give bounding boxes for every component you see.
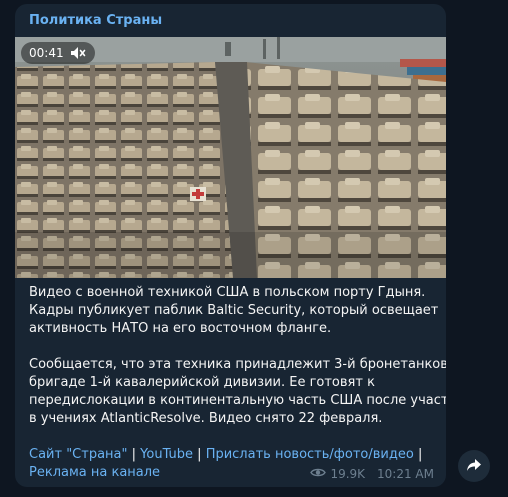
- link-separator: |: [127, 447, 141, 462]
- video-preview[interactable]: 00:41: [15, 37, 446, 278]
- post-text: Видео с военной техникой США в польском …: [29, 284, 446, 428]
- video-duration: 00:41: [29, 46, 64, 60]
- link-separator: |: [413, 447, 423, 462]
- text-line: Сообщается, что эта техника принадлежит …: [29, 357, 446, 372]
- text-line: передислокации в континентальную часть С…: [29, 393, 446, 408]
- muted-speaker-icon[interactable]: [70, 46, 86, 60]
- ads-link[interactable]: Реклама на канале: [29, 465, 160, 480]
- message-meta: 19.9K 10:21 AM: [310, 467, 434, 481]
- share-arrow-icon: [466, 457, 482, 476]
- view-count: 19.9K: [330, 467, 366, 481]
- channel-name[interactable]: Политика Страны: [29, 13, 162, 28]
- text-line: активность НАТО на его восточном фланге.: [29, 321, 332, 336]
- youtube-link[interactable]: YouTube: [140, 447, 193, 462]
- message-bubble: Политика Страны 00:41 Видео с военной те…: [15, 4, 446, 487]
- video-duration-badge[interactable]: 00:41: [21, 42, 95, 64]
- site-link[interactable]: Сайт "Страна": [29, 447, 128, 462]
- text-line: в учениях AtlanticResolve. Видео снято 2…: [29, 411, 383, 426]
- share-button[interactable]: [458, 450, 490, 482]
- text-line: бригаде 1-й кавалерийской дивизии. Ее го…: [29, 375, 375, 390]
- text-line: Видео с военной техникой США в польском …: [29, 285, 426, 300]
- message-time: 10:21 AM: [377, 467, 434, 481]
- text-line: Кадры публикует паблик Baltic Security, …: [29, 303, 439, 318]
- video-frame: [15, 37, 446, 278]
- send-news-link[interactable]: Прислать новость/фото/видео: [206, 447, 414, 462]
- link-separator: |: [193, 447, 206, 462]
- eye-icon: [310, 467, 327, 481]
